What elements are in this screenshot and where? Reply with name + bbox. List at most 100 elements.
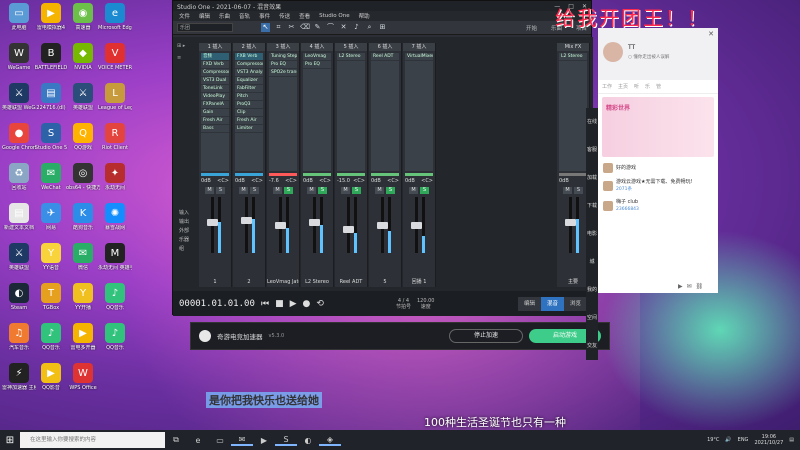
eraser-tool-icon[interactable]: ⌫ — [300, 23, 310, 32]
mixer-options-icon[interactable]: ≡ — [177, 55, 199, 61]
volume-fader[interactable] — [560, 197, 586, 253]
desktop-icon[interactable]: ▶ 雷电模拟器4 — [34, 3, 68, 31]
desktop-icon[interactable]: ◎ obs64 - 快捷方式 — [66, 163, 100, 191]
chat-side-tab[interactable]: 电影城 — [586, 220, 598, 276]
desktop-icon[interactable]: Q QQ游戏 — [66, 123, 100, 151]
chat-tab[interactable]: 听 — [634, 83, 639, 90]
channel-name[interactable]: 2 — [233, 279, 265, 285]
mixer-side-label[interactable]: 输出 — [179, 218, 189, 227]
mute-button[interactable]: M — [375, 187, 384, 194]
arrow-tool-icon[interactable]: ↖ — [261, 23, 270, 32]
mixer-side-label[interactable]: 外部 — [179, 227, 189, 236]
desktop-icon[interactable]: L League of Legends — [98, 83, 132, 111]
insert-slot[interactable]: Pitch — [235, 93, 263, 101]
desktop-icon[interactable]: ● Google Chrome — [2, 123, 36, 151]
avatar[interactable] — [603, 42, 623, 62]
close-icon[interactable]: ✕ — [708, 30, 714, 38]
promo-banner[interactable]: 精彩世界 — [602, 97, 714, 157]
wechat-icon[interactable]: ✉ — [231, 435, 253, 446]
pan-value[interactable]: <C> — [285, 178, 297, 184]
menu-item[interactable]: 编辑 — [199, 12, 210, 20]
studio-one-icon[interactable]: S — [275, 435, 297, 446]
volume-icon[interactable]: 🔊 — [725, 437, 731, 443]
menu-item[interactable]: 传送 — [279, 12, 290, 20]
desktop-icon[interactable]: B BATTLEFIELD — [34, 43, 68, 71]
play-icon[interactable]: ▶ — [290, 299, 297, 309]
fader-cap[interactable] — [565, 219, 576, 227]
channel-insert-header[interactable]: 3 插入 — [267, 43, 299, 51]
notifications-icon[interactable]: ▤ — [789, 437, 794, 443]
menu-item[interactable]: 乐曲 — [219, 12, 230, 20]
desktop-icon[interactable]: K 酷狗音乐 — [66, 203, 100, 231]
desktop-icon[interactable]: S Studio One 5 — [34, 123, 68, 151]
volume-fader[interactable] — [304, 197, 330, 253]
chat-side-tab[interactable]: 我的空间 — [586, 276, 598, 332]
mixer-side-label[interactable]: 输入 — [179, 209, 189, 218]
taskbar-search-input[interactable] — [20, 432, 165, 448]
desktop-icon[interactable]: ♪ QQ音乐 — [98, 283, 132, 311]
chat-tab[interactable]: 主页 — [618, 83, 628, 90]
pan-value[interactable]: <C> — [421, 178, 433, 184]
desktop-icon[interactable]: ✉ 微信 — [66, 243, 100, 271]
desktop-icon[interactable]: ♻ 回收站 — [2, 163, 36, 191]
pan-value[interactable]: <C> — [353, 178, 365, 184]
steam-icon[interactable]: ◐ — [297, 436, 319, 445]
chat-side-tab[interactable]: 在线客服 — [586, 108, 598, 164]
mute-tool-icon[interactable]: ✕ — [339, 23, 348, 32]
link-icon[interactable]: ⛓ — [696, 283, 704, 290]
channel-insert-header[interactable]: 7 插入 — [403, 43, 435, 51]
fader-cap[interactable] — [309, 219, 320, 227]
chat-tab[interactable]: 管 — [656, 83, 661, 90]
channel-name[interactable]: 主要 — [557, 278, 589, 285]
menu-item[interactable]: 查看 — [299, 12, 310, 20]
channel-insert-header[interactable]: 6 插入 — [369, 43, 401, 51]
channel-insert-header[interactable]: 4 插入 — [301, 43, 333, 51]
desktop-icon[interactable]: T TGBox — [34, 283, 68, 311]
insert-slot[interactable]: Tuning Steps — [269, 53, 297, 61]
insert-slot[interactable]: VirtualMixer — [405, 53, 433, 61]
insert-slot[interactable]: Limiter — [235, 125, 263, 133]
fader-cap[interactable] — [207, 219, 218, 227]
preset-dropdown[interactable]: 乐团 — [177, 23, 233, 32]
listen-tool-icon[interactable]: ♪ — [352, 23, 361, 32]
desktop-icon[interactable]: Y YY语音 — [34, 243, 68, 271]
desktop-icon[interactable]: ⚡ 雷神加速器 主程序 — [2, 363, 36, 391]
desktop-icon[interactable]: ◉ 高速器 — [66, 3, 100, 31]
insert-slot[interactable]: Reel ADT — [371, 53, 399, 61]
clock[interactable]: 19:06 2021/10/27 — [754, 434, 783, 446]
desktop-icon[interactable]: Y YY开播 — [66, 283, 100, 311]
solo-button[interactable]: S — [574, 187, 583, 194]
solo-button[interactable]: S — [420, 187, 429, 194]
range-tool-icon[interactable]: ⌗ — [274, 23, 283, 32]
insert-slot[interactable]: L2 Stereo — [559, 53, 587, 61]
add-channel-icon[interactable]: ⊞ ▸ — [177, 43, 199, 49]
desktop-icon[interactable]: ▶ 雷电多开器 — [66, 323, 100, 351]
insert-slot[interactable]: VideoPlay — [201, 93, 229, 101]
insert-slot[interactable]: Pro EQ — [269, 61, 297, 69]
stop-icon[interactable]: ■ — [275, 299, 284, 309]
volume-fader[interactable] — [270, 197, 296, 253]
volume-fader[interactable] — [202, 197, 228, 253]
insert-slot[interactable]: VST3 Dual — [201, 77, 229, 85]
volume-fader[interactable] — [372, 197, 398, 253]
desktop-icon[interactable]: ▶ QQ影音 — [34, 363, 68, 391]
insert-slot[interactable]: FXD Verb — [201, 61, 229, 69]
pan-value[interactable]: <C> — [217, 178, 229, 184]
pan-value[interactable]: <C> — [319, 178, 331, 184]
channel-insert-header[interactable]: 2 插入 — [233, 43, 265, 51]
desktop-icon[interactable]: ⚔ 英雄联盟 WeGame版 — [2, 83, 36, 111]
fader-cap[interactable] — [411, 221, 422, 229]
solo-button[interactable]: S — [216, 187, 225, 194]
desktop-icon[interactable]: ✉ WeChat — [34, 163, 68, 191]
insert-slot[interactable]: Compressor — [235, 61, 263, 69]
view-tab[interactable]: 编辑 — [517, 296, 541, 311]
menu-item[interactable]: 帮助 — [359, 12, 370, 20]
mute-button[interactable]: M — [341, 187, 350, 194]
volume-fader[interactable] — [406, 197, 432, 253]
insert-slot[interactable]: 音频 — [201, 53, 229, 61]
mute-button[interactable]: M — [239, 187, 248, 194]
mute-button[interactable]: M — [409, 187, 418, 194]
windows-start-icon[interactable]: ⊞ — [0, 435, 20, 446]
channel-name[interactable]: L2 Stereo — [301, 279, 333, 285]
chat-tab[interactable]: 乐 — [645, 83, 650, 90]
